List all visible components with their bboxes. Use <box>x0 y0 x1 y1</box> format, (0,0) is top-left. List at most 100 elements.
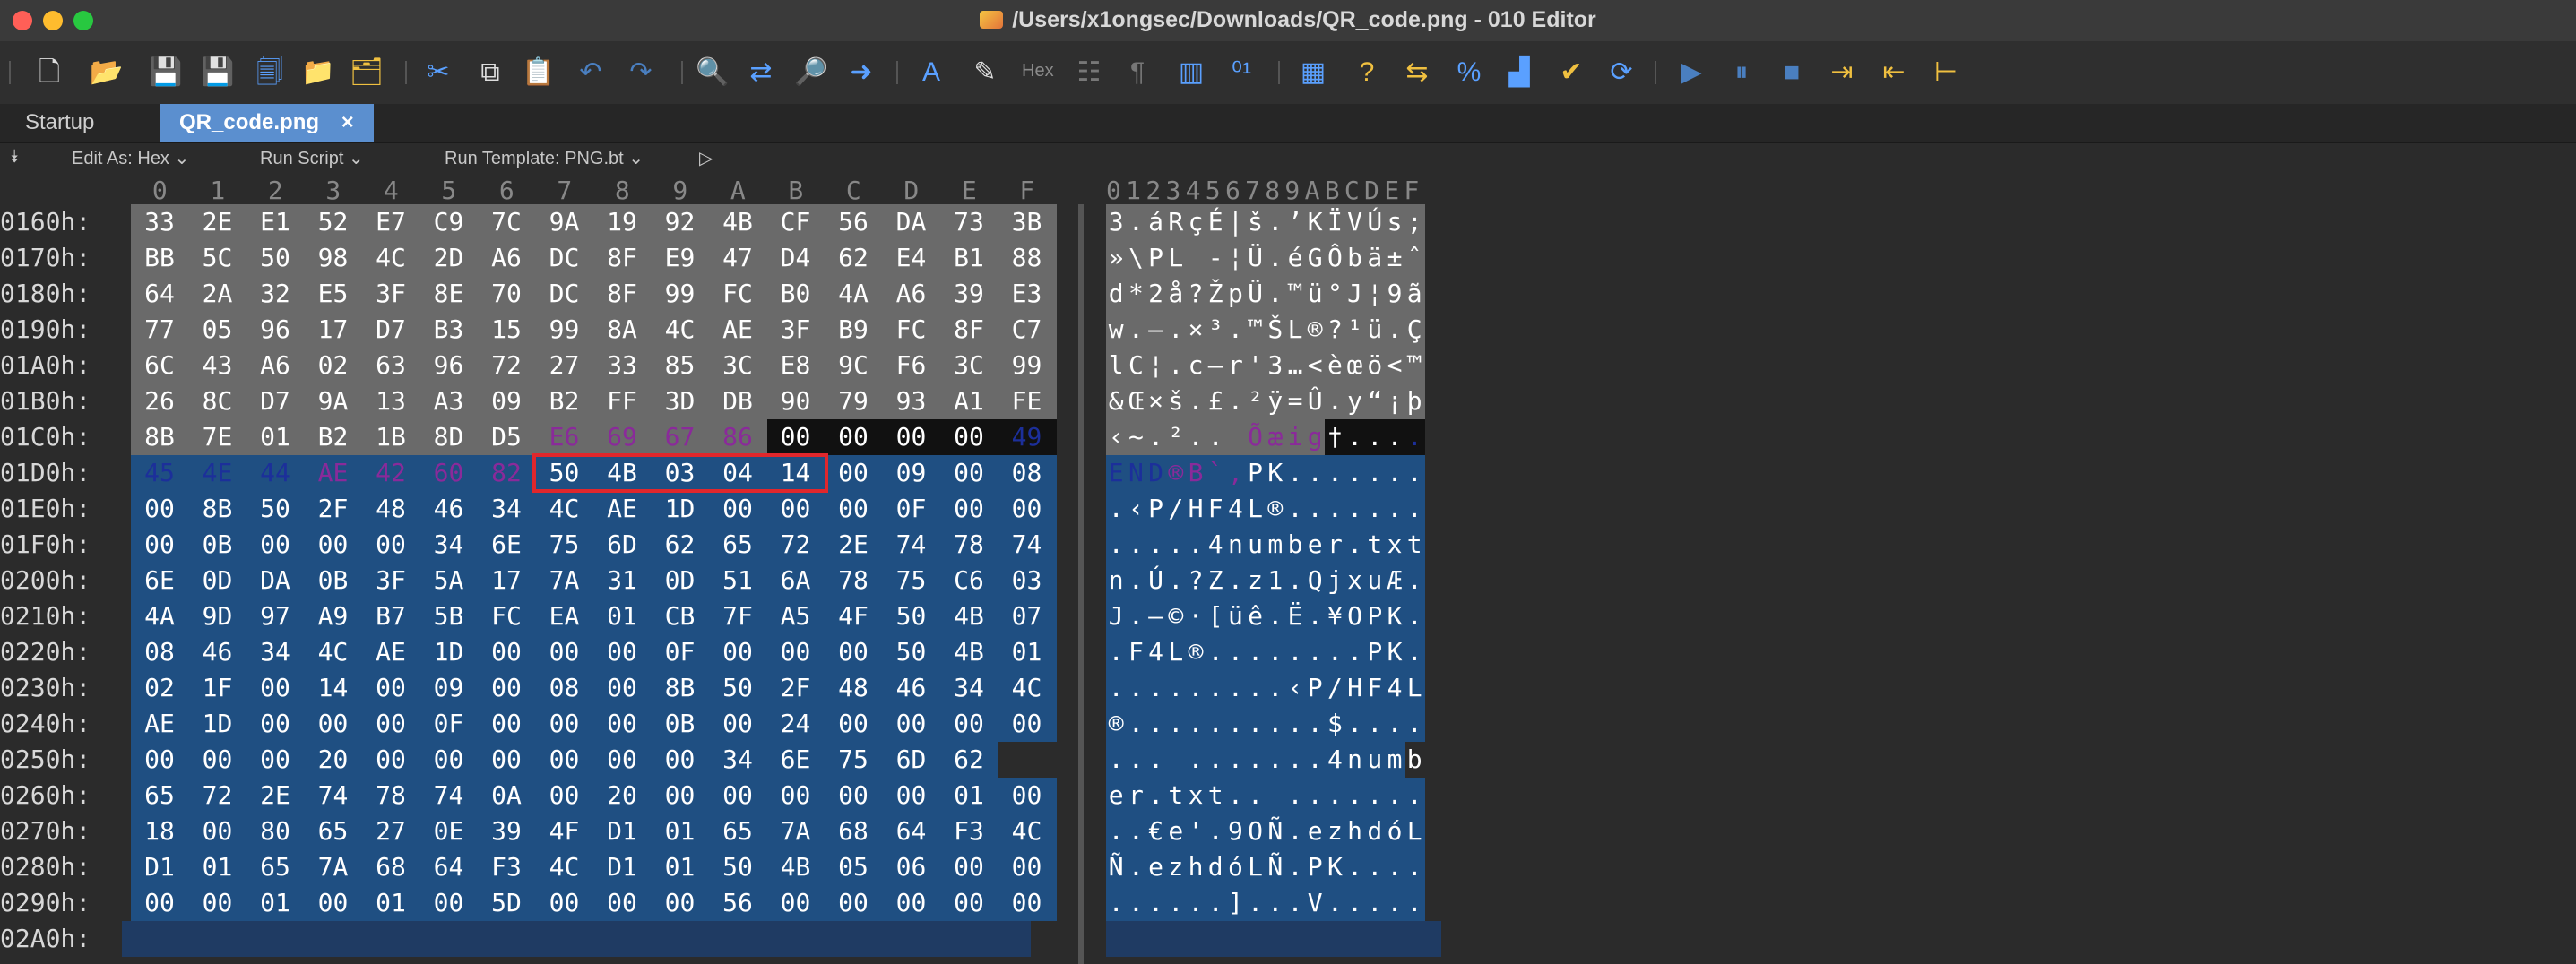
hex-byte[interactable]: FE <box>998 383 1056 419</box>
hex-byte[interactable]: 4C <box>998 813 1056 849</box>
ascii-char[interactable]: n <box>1344 742 1364 778</box>
hex-byte[interactable]: 51 <box>709 563 766 598</box>
save-copy-icon[interactable]: 🗐 <box>253 56 287 90</box>
hex-byte[interactable]: 09 <box>420 670 478 706</box>
hex-byte[interactable]: 7E <box>189 419 246 455</box>
hex-byte[interactable]: 00 <box>767 634 825 670</box>
hex-byte[interactable]: AE <box>593 491 651 527</box>
hex-byte[interactable]: AE <box>131 706 188 742</box>
ascii-char[interactable]: . <box>1385 849 1405 885</box>
hex-byte[interactable]: 68 <box>362 849 419 885</box>
hex-byte[interactable]: 00 <box>536 634 593 670</box>
hex-byte[interactable]: 00 <box>131 885 188 921</box>
hex-byte[interactable]: 3F <box>362 563 419 598</box>
hex-byte[interactable]: 74 <box>305 778 362 813</box>
ascii-char[interactable]: . <box>1385 706 1405 742</box>
hex-byte[interactable]: 8A <box>593 312 651 348</box>
ascii-char[interactable]: . <box>1305 778 1325 813</box>
hex-byte[interactable]: 00 <box>652 885 709 921</box>
ascii-char[interactable]: . <box>1186 527 1206 563</box>
hex-byte[interactable]: 34 <box>478 491 535 527</box>
ascii-char[interactable]: L <box>1405 670 1424 706</box>
hex-byte[interactable]: 00 <box>709 634 766 670</box>
ascii-char[interactable]: . <box>1206 634 1225 670</box>
ascii-char[interactable]: . <box>1285 849 1305 885</box>
hex-byte[interactable]: 01 <box>246 885 304 921</box>
hex-byte[interactable]: 74 <box>998 527 1056 563</box>
hex-byte[interactable]: 34 <box>940 670 998 706</box>
ascii-char[interactable]: ¦ <box>1145 348 1165 383</box>
indent-icon[interactable]: ⇥ <box>1825 56 1859 90</box>
save-all-icon[interactable]: 💾 <box>201 56 235 90</box>
hex-byte[interactable]: 00 <box>305 706 362 742</box>
ascii-char[interactable]: . <box>1266 276 1285 312</box>
hex-byte[interactable]: 56 <box>825 204 882 240</box>
hex-byte[interactable]: 00 <box>189 742 246 778</box>
grid-icon[interactable]: ▥ <box>1174 56 1208 90</box>
hex-byte[interactable]: 00 <box>478 634 535 670</box>
ascii-char[interactable]: B <box>1186 455 1206 491</box>
ascii-char[interactable]: C <box>1126 348 1145 383</box>
ascii-char[interactable]: = <box>1285 383 1305 419</box>
ascii-char[interactable]: . <box>1126 849 1145 885</box>
hex-byte[interactable]: 00 <box>189 885 246 921</box>
swap-icon[interactable]: ⇆ <box>1400 56 1434 90</box>
ascii-char[interactable]: u <box>1365 742 1385 778</box>
ascii-char[interactable]: . <box>1106 634 1126 670</box>
find-in-files-icon[interactable]: 🔎 <box>794 56 828 90</box>
hex-byte[interactable]: 3F <box>767 312 825 348</box>
ascii-char[interactable]: . <box>1166 312 1186 348</box>
hex-byte[interactable]: 00 <box>478 742 535 778</box>
ascii-char[interactable]: F <box>1126 634 1145 670</box>
hex-byte[interactable]: 3D <box>652 383 709 419</box>
hex-byte[interactable]: 24 <box>767 706 825 742</box>
ascii-char[interactable]: . <box>1365 706 1385 742</box>
hex-byte[interactable]: 52 <box>305 204 362 240</box>
ascii-char[interactable]: . <box>1285 885 1305 921</box>
ascii-char[interactable]: € <box>1145 813 1165 849</box>
hex-byte[interactable]: DB <box>709 383 766 419</box>
hex-byte[interactable]: CF <box>767 204 825 240</box>
ascii-char[interactable]: t <box>1166 778 1186 813</box>
hex-byte[interactable]: 1D <box>652 491 709 527</box>
ascii-char[interactable]: E <box>1106 455 1126 491</box>
run-template-dropdown[interactable]: Run Template: PNG.bt ⌄ <box>445 147 644 169</box>
hex-byte[interactable]: A6 <box>883 276 940 312</box>
hex-byte[interactable]: 00 <box>709 706 766 742</box>
ascii-char[interactable]: ± <box>1385 240 1405 276</box>
ascii-char[interactable]: L <box>1285 312 1305 348</box>
ascii-char[interactable]: æ <box>1266 419 1285 455</box>
ascii-char[interactable]: K <box>1385 598 1405 634</box>
ascii-char[interactable]: . <box>1245 670 1265 706</box>
ascii-char[interactable]: . <box>1206 670 1225 706</box>
ascii-char[interactable]: ü <box>1305 276 1325 312</box>
ascii-char[interactable]: ‹ <box>1285 670 1305 706</box>
ascii-char[interactable]: . <box>1145 419 1165 455</box>
ascii-char[interactable]: ¥ <box>1325 598 1344 634</box>
edit-as-dropdown[interactable]: Edit As: Hex ⌄ <box>72 147 189 169</box>
ascii-char[interactable]: š <box>1245 204 1265 240</box>
ascii-char[interactable]: ™ <box>1405 348 1424 383</box>
hex-mode-label[interactable]: Hex <box>1022 61 1054 82</box>
hex-byte[interactable]: 72 <box>478 348 535 383</box>
open-folder-2-icon[interactable]: 📁 <box>301 56 335 90</box>
ascii-char[interactable]: ¹ <box>1344 312 1364 348</box>
run-template-play-icon[interactable]: ▷ <box>699 147 713 169</box>
ascii-char[interactable]: d <box>1106 276 1126 312</box>
hex-byte[interactable]: 48 <box>362 491 419 527</box>
ascii-char[interactable]: . <box>1365 455 1385 491</box>
chart-icon[interactable]: ▟ <box>1502 56 1536 90</box>
ascii-char[interactable]: . <box>1266 706 1285 742</box>
hex-byte[interactable]: 00 <box>362 742 419 778</box>
ascii-char[interactable]: å <box>1166 276 1186 312</box>
ascii-char[interactable]: . <box>1145 778 1165 813</box>
ascii-char[interactable]: L <box>1166 240 1186 276</box>
hex-byte[interactable]: 31 <box>593 563 651 598</box>
hex-byte[interactable]: C9 <box>420 204 478 240</box>
ascii-char[interactable]: ' <box>1245 348 1265 383</box>
ascii-char[interactable]: . <box>1225 563 1245 598</box>
ascii-char[interactable]: ‹ <box>1126 491 1145 527</box>
hex-byte[interactable]: 3B <box>998 204 1056 240</box>
hex-byte[interactable]: 86 <box>709 419 766 455</box>
ascii-char[interactable]: . <box>1305 742 1325 778</box>
